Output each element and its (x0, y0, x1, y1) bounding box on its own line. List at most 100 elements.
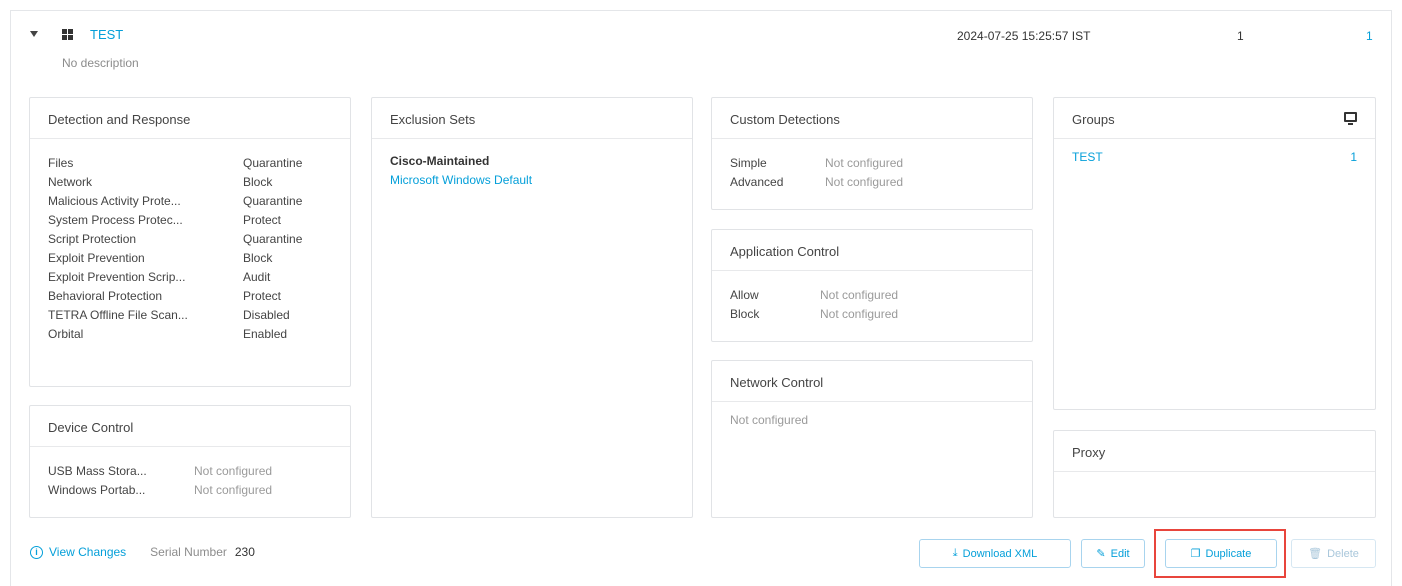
list-item: Malicious Activity Prote... Quarantine (48, 192, 302, 211)
monitor-icon (1344, 112, 1357, 125)
policy-description: No description (62, 56, 139, 70)
detection-rows: Files Quarantine Network Block Malicious Act… (48, 154, 302, 344)
setting-value: Not configured (820, 288, 899, 302)
delete-label: Delete (1327, 547, 1359, 560)
application-control-rows: Allow Not configured Block Not configured (730, 286, 898, 324)
group-name-link[interactable]: TEST (1072, 150, 1103, 164)
divider (712, 138, 1032, 139)
setting-value: Quarantine (243, 156, 303, 170)
setting-value: Not configured (194, 483, 273, 497)
setting-value: Quarantine (243, 194, 303, 208)
setting-value: Not configured (825, 156, 904, 170)
footer-info: i View Changes Serial Number 230 (30, 545, 255, 559)
divider (712, 270, 1032, 271)
exclusion-sets-card: Exclusion Sets Cisco-Maintained Microsof… (371, 97, 693, 518)
setting-name: Malicious Activity Prote... (48, 194, 181, 208)
setting-name: Files (48, 156, 74, 170)
download-xml-label: Download XML (962, 547, 1038, 560)
network-control-card: Network Control Not configured (711, 360, 1033, 518)
list-item: Exploit Prevention Block (48, 249, 302, 268)
download-icon: ⤓ (952, 547, 958, 559)
setting-value: Protect (243, 289, 282, 303)
card-title: Device Control (48, 420, 134, 435)
list-item: Script Protection Quarantine (48, 230, 302, 249)
setting-name: Script Protection (48, 232, 137, 246)
pencil-icon: ✎ (1096, 548, 1106, 560)
setting-name: Network (48, 175, 93, 189)
card-title: Proxy (1072, 445, 1106, 460)
edit-button[interactable]: ✎ Edit (1081, 539, 1145, 568)
serial-number-value: 230 (234, 545, 255, 559)
device-control-card: Device Control USB Mass Stora... Not conf… (29, 405, 351, 518)
divider (712, 401, 1032, 402)
setting-value: Protect (243, 213, 282, 227)
divider (30, 446, 350, 447)
policy-count-a: 1 (1237, 29, 1244, 43)
list-item: Allow Not configured (730, 286, 898, 305)
delete-button[interactable]: 🗑 Delete (1291, 539, 1376, 568)
list-item: Orbital Enabled (48, 325, 302, 344)
setting-name: System Process Protec... (48, 213, 183, 227)
setting-name: Exploit Prevention (48, 251, 145, 265)
list-item: Advanced Not configured (730, 173, 903, 192)
setting-name: Windows Portab... (48, 483, 146, 497)
card-title: Exclusion Sets (390, 112, 476, 127)
divider (372, 138, 692, 139)
list-item: TETRA Offline File Scan... Disabled (48, 306, 302, 325)
list-item: Block Not configured (730, 305, 898, 324)
list-item: Network Block (48, 173, 302, 192)
list-item: System Process Protec... Protect (48, 211, 302, 230)
setting-name: Advanced (730, 175, 784, 189)
list-item: Windows Portab... Not configured (48, 481, 272, 500)
group-row: TEST 1 (1072, 150, 1357, 164)
group-count-link[interactable]: 1 (1350, 150, 1357, 164)
card-title: Custom Detections (730, 112, 840, 127)
card-title: Groups (1072, 112, 1115, 127)
setting-name: Simple (730, 156, 767, 170)
divider (30, 138, 350, 139)
exclusion-set-link[interactable]: Microsoft Windows Default (390, 171, 532, 190)
divider (1054, 471, 1375, 472)
custom-detections-card: Custom Detections Simple Not configured Ad… (711, 97, 1033, 210)
card-title: Application Control (730, 244, 840, 259)
edit-label: Edit (1110, 547, 1130, 560)
info-icon: i (30, 545, 43, 559)
groups-card: Groups TEST 1 (1053, 97, 1376, 410)
download-xml-button[interactable]: ⤓ Download XML (919, 539, 1071, 568)
setting-name: Orbital (48, 327, 84, 341)
setting-value: Enabled (243, 327, 288, 341)
setting-name: Exploit Prevention Scrip... (48, 270, 186, 284)
collapse-toggle-icon[interactable] (30, 31, 38, 37)
list-item: Files Quarantine (48, 154, 302, 173)
setting-value: Audit (243, 270, 271, 284)
card-title: Detection and Response (48, 112, 191, 127)
detection-response-card: Detection and Response Files Quarantine Ne… (29, 97, 351, 387)
policy-count-b-link[interactable]: 1 (1366, 29, 1373, 43)
setting-value: Not configured (194, 464, 273, 478)
setting-name: TETRA Offline File Scan... (48, 308, 188, 322)
policy-name-link[interactable]: TEST (90, 27, 123, 42)
policy-modified-date: 2024-07-25 15:25:57 IST (957, 29, 1091, 43)
setting-value: Not configured (825, 175, 904, 189)
setting-name: Behavioral Protection (48, 289, 163, 303)
list-item: Exploit Prevention Scrip... Audit (48, 268, 302, 287)
setting-value: Block (243, 251, 273, 265)
proxy-card: Proxy (1053, 430, 1376, 518)
setting-value: Disabled (243, 308, 290, 322)
setting-value: Not configured (820, 307, 899, 321)
setting-name: Block (730, 307, 760, 321)
custom-detection-rows: Simple Not configured Advanced Not configur… (730, 154, 903, 192)
setting-name: USB Mass Stora... (48, 464, 147, 478)
setting-value: Quarantine (243, 232, 303, 246)
list-item: Simple Not configured (730, 154, 903, 173)
list-item: Behavioral Protection Protect (48, 287, 302, 306)
windows-icon (62, 29, 73, 40)
network-control-status: Not configured (730, 413, 809, 427)
divider (1054, 138, 1375, 139)
setting-value: Block (243, 175, 273, 189)
setting-name: Allow (730, 288, 759, 302)
view-changes-link[interactable]: View Changes (49, 545, 126, 559)
device-control-rows: USB Mass Stora... Not configured Windows P… (48, 462, 272, 500)
highlight-box (1154, 529, 1286, 578)
application-control-card: Application Control Allow Not configured B… (711, 229, 1033, 342)
